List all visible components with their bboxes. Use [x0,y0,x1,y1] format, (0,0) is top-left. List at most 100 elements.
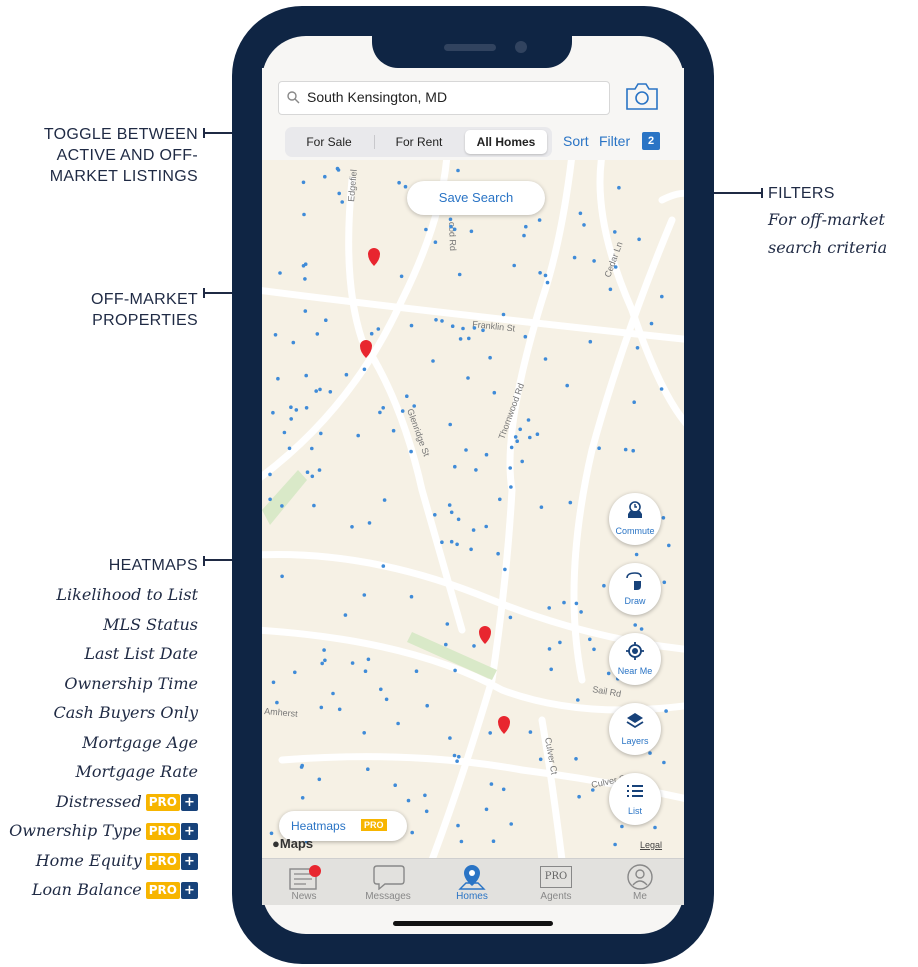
property-dot[interactable] [582,223,586,227]
property-dot[interactable] [412,404,416,408]
property-dot[interactable] [409,449,413,454]
property-dot[interactable] [457,754,461,759]
property-dot[interactable] [538,271,542,275]
property-dot[interactable] [661,516,666,520]
property-dot[interactable] [623,447,628,452]
property-dot[interactable] [617,185,621,190]
property-dot[interactable] [632,400,636,404]
property-dot[interactable] [310,474,315,479]
property-dot[interactable] [366,657,371,662]
property-dot[interactable] [304,406,309,410]
property-dot[interactable] [549,667,553,672]
segment-for-sale[interactable]: For Sale [289,130,369,154]
property-dot[interactable] [501,312,506,317]
property-dot[interactable] [278,271,282,275]
property-dot[interactable] [464,448,468,452]
property-dot[interactable] [509,822,513,826]
property-dot[interactable] [397,180,401,185]
property-dot[interactable] [547,606,551,610]
save-search-button[interactable]: Save Search [407,181,545,215]
property-dot[interactable] [434,318,438,322]
property-dot[interactable] [471,528,476,532]
property-dot[interactable] [431,359,435,363]
property-dot[interactable] [452,227,457,232]
property-dot[interactable] [362,593,367,597]
property-dot[interactable] [488,355,492,360]
property-dot[interactable] [356,433,360,438]
property-dot[interactable] [367,521,372,525]
property-dot[interactable] [634,552,639,557]
property-dot[interactable] [588,339,593,344]
property-dot[interactable] [344,372,349,377]
property-dot[interactable] [602,583,606,588]
property-dot[interactable] [523,334,528,339]
tab-agents[interactable]: PRO Agents [514,858,598,904]
property-dot[interactable] [528,435,532,440]
property-dot[interactable] [382,498,387,502]
search-input[interactable]: South Kensington, MD [278,81,610,115]
property-dot[interactable] [319,705,324,710]
property-dot[interactable] [535,432,540,437]
property-dot[interactable] [539,505,544,510]
property-dot[interactable] [337,191,341,196]
property-dot[interactable] [369,331,374,336]
property-dot[interactable] [543,357,548,361]
sort-button[interactable]: Sort [563,133,589,149]
property-dot[interactable] [667,543,671,548]
property-dot[interactable] [393,783,397,787]
property-dot[interactable] [524,224,528,229]
property-dot[interactable] [425,703,429,708]
property-dot[interactable] [409,323,414,328]
property-dot[interactable] [522,233,526,238]
property-dot[interactable] [378,410,382,415]
tab-homes[interactable]: Homes [430,858,514,904]
property-dot[interactable] [456,168,460,173]
property-dot[interactable] [568,500,573,505]
property-dot[interactable] [565,383,569,388]
property-dot[interactable] [455,542,459,547]
property-dot[interactable] [289,417,293,421]
property-dot[interactable] [469,547,473,552]
property-dot[interactable] [301,264,306,268]
property-dot[interactable] [492,390,497,395]
property-dot[interactable] [328,390,333,394]
property-dot[interactable] [301,180,306,185]
list-button[interactable]: List [609,773,661,825]
property-dot[interactable] [448,217,453,222]
property-dot[interactable] [469,229,474,234]
property-dot[interactable] [276,376,280,381]
property-dot[interactable] [613,265,618,269]
property-dot[interactable] [409,594,414,599]
property-dot[interactable] [528,730,533,734]
property-dot[interactable] [543,273,548,278]
property-dot[interactable] [315,332,320,336]
property-dot[interactable] [447,503,452,507]
property-dot[interactable] [396,721,400,726]
property-dot[interactable] [597,446,601,451]
property-dot[interactable] [391,428,396,433]
commute-button[interactable]: Commute [609,493,661,545]
property-dot[interactable] [293,670,297,675]
property-dot[interactable] [323,174,327,179]
filter-button[interactable]: Filter [599,133,630,149]
property-dot[interactable] [317,777,322,782]
property-dot[interactable] [466,376,470,380]
property-dot[interactable] [515,439,519,444]
property-dot[interactable] [445,622,450,626]
property-dot[interactable] [537,218,542,222]
property-dot[interactable] [512,263,516,268]
property-dot[interactable] [635,346,640,350]
property-dot[interactable] [637,237,641,242]
property-dot[interactable] [273,333,278,337]
property-dot[interactable] [424,809,429,814]
tab-me[interactable]: Me [598,858,682,904]
property-dot[interactable] [322,648,326,652]
property-dot[interactable] [547,647,552,651]
property-dot[interactable] [406,798,411,803]
property-dot[interactable] [664,709,668,713]
property-dot[interactable] [384,697,389,702]
property-dot[interactable] [496,551,500,556]
property-dot[interactable] [280,574,284,579]
property-dot[interactable] [302,212,306,217]
property-dot[interactable] [639,627,644,631]
